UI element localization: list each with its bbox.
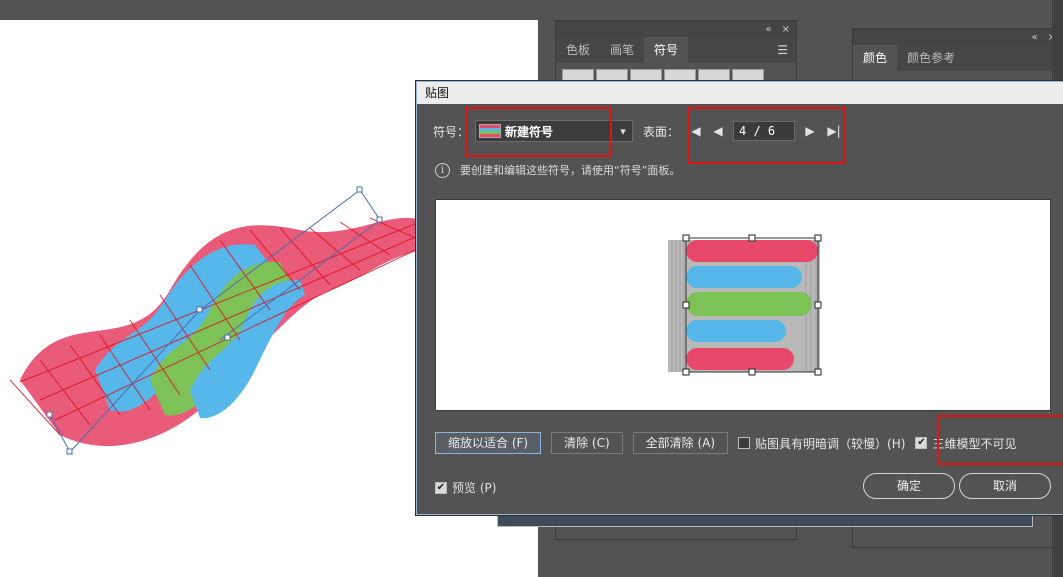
- invisible-geometry-checkbox[interactable]: ✔: [915, 437, 928, 449]
- panel-topbar: « ×: [556, 21, 796, 37]
- scale-to-fit-button[interactable]: 缩放以适合 (F): [435, 432, 542, 454]
- highlight-box-invisible: [937, 415, 1063, 465]
- chevron-down-icon[interactable]: ▾: [614, 125, 632, 138]
- shade-artwork-checkbox[interactable]: [738, 437, 751, 449]
- cancel-button[interactable]: 取消: [959, 473, 1051, 499]
- wave-3d-object[interactable]: [0, 170, 430, 470]
- symbols-panel-tabs: 色板 画笔 符号 ☰: [556, 37, 796, 63]
- preview-canvas: [668, 234, 822, 376]
- panel-menu-icon[interactable]: ☰: [769, 37, 796, 63]
- info-text: 要创建和编辑这些符号，请使用“符号”面板。: [460, 164, 681, 177]
- clear-all-button[interactable]: 全部清除 (A): [632, 432, 729, 454]
- highlight-box-surface: [688, 107, 845, 164]
- surface-label: 表面：: [643, 124, 680, 139]
- collapse-icon[interactable]: «: [765, 24, 771, 35]
- tab-swatches[interactable]: 色板: [556, 37, 600, 63]
- panel-topbar: « ×: [853, 29, 1062, 45]
- surface-preview[interactable]: [435, 199, 1051, 411]
- info-icon: i: [435, 162, 450, 178]
- collapse-icon[interactable]: «: [1031, 32, 1037, 43]
- info-row: i 要创建和编辑这些符号，请使用“符号”面板。: [435, 162, 680, 178]
- color-panel-tabs: 颜色 颜色参考: [853, 45, 1062, 71]
- highlight-box-symbol: [466, 107, 612, 157]
- preview-option: ✔ 预览 (P): [435, 479, 496, 496]
- symbol-label: 符号：: [433, 124, 470, 139]
- dialog-title: 贴图: [417, 82, 1063, 104]
- map-art-dialog: 贴图 符号： 新建符号 ▾ 表面： |◀ ◀ 4 / 6 ▶ ▶| i 要创建和…: [416, 81, 1063, 515]
- clear-button[interactable]: 清除 (C): [551, 432, 623, 454]
- action-row: 缩放以适合 (F) 清除 (C) 全部清除 (A) 贴图具有明暗调（较慢）(H)…: [435, 432, 1016, 454]
- shade-artwork-option: 贴图具有明暗调（较慢）(H): [738, 435, 905, 452]
- close-icon[interactable]: ×: [782, 24, 790, 35]
- tab-symbols[interactable]: 符号: [644, 37, 689, 63]
- tab-color[interactable]: 颜色: [853, 45, 898, 71]
- preview-label: 预览 (P): [452, 481, 497, 495]
- tab-color-guide[interactable]: 颜色参考: [897, 45, 965, 71]
- tab-brushes[interactable]: 画笔: [600, 37, 644, 63]
- ok-button[interactable]: 确定: [863, 473, 955, 499]
- shade-artwork-label: 贴图具有明暗调（较慢）(H): [755, 436, 906, 451]
- underlying-window-edge: [497, 515, 1033, 527]
- preview-checkbox[interactable]: ✔: [435, 481, 447, 494]
